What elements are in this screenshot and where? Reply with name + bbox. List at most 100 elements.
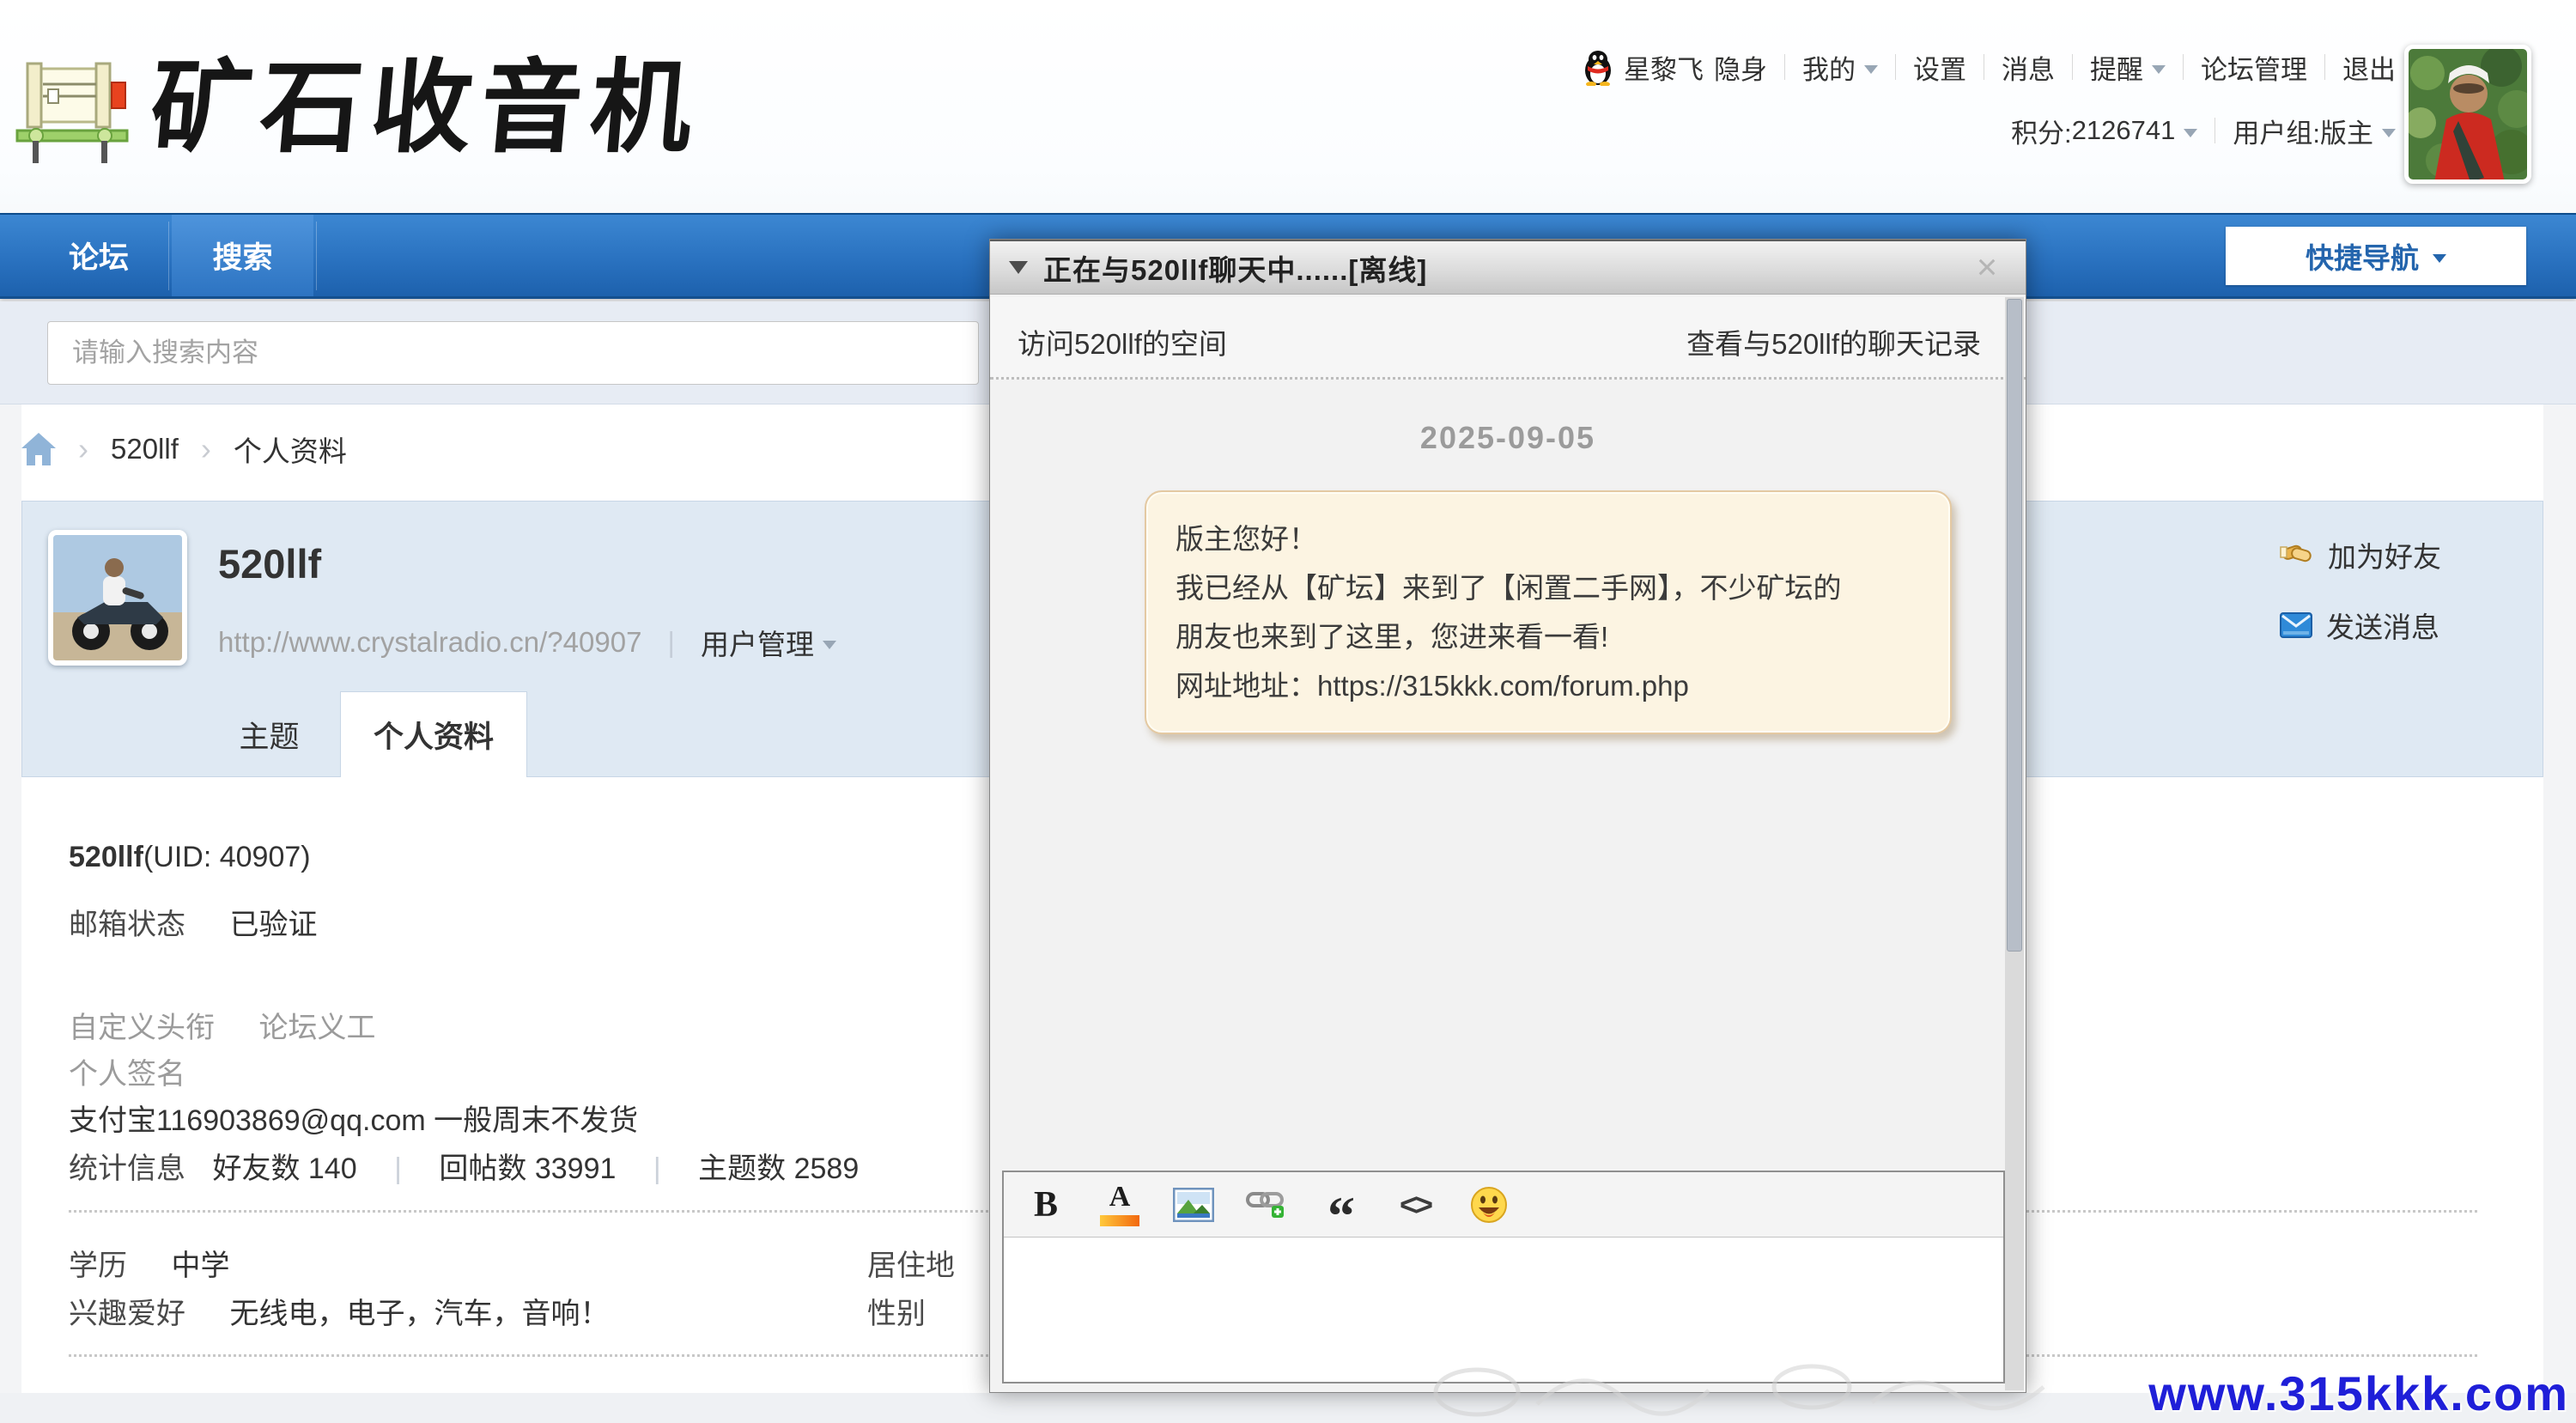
signature-value-row: 支付宝116903869@qq.com 一般周末不发货 [69,1097,638,1139]
profile-avatar[interactable] [48,530,187,666]
breadcrumb: › 520llf › 个人资料 [21,429,347,470]
stats-replies[interactable]: 回帖数 33991 [439,1152,616,1185]
nav-divider [316,222,317,290]
stats-row: 统计信息 好友数 140 | 回帖数 33991 | 主题数 2589 [69,1145,859,1187]
usergroup-value: 版主 [2320,112,2373,150]
signature-value: 支付宝116903869@qq.com 一般周末不发货 [69,1104,638,1137]
breadcrumb-user[interactable]: 520llf [111,433,179,465]
smiley-icon [1470,1186,1508,1224]
chat-message-line: 我已经从【矿坛】来到了【闲置二手网】，不少矿坛的 [1176,563,1921,612]
hobby-value: 无线电，电子，汽车，音响！ [229,1298,609,1330]
qq-penguin-icon [1583,48,1613,86]
hobby-label: 兴趣爱好 [69,1298,185,1330]
collapse-arrow-icon[interactable] [1009,261,1028,274]
nav-tab-forum[interactable]: 论坛 [34,215,163,296]
nav-divider [168,222,169,290]
chevron-down-icon [1864,65,1878,74]
custom-title-value: 论坛义工 [258,1012,375,1044]
font-color-bar [1100,1215,1139,1226]
education-label: 学历 [69,1250,127,1282]
home-icon[interactable] [21,433,56,465]
chevron-down-icon [823,641,836,649]
menu-messages[interactable]: 消息 [1984,48,2072,87]
chat-date: 2025-09-05 [990,420,2026,456]
stats-threads[interactable]: 主题数 2589 [698,1152,859,1185]
tab-threads[interactable]: 主题 [198,691,340,777]
chat-dialog-title: 正在与520llf聊天中......[离线] [1043,247,1427,289]
hobby-row: 兴趣爱好 无线电，电子，汽车，音响！ [69,1290,609,1332]
image-icon [1173,1188,1214,1222]
font-color-button[interactable]: A [1100,1181,1139,1229]
breadcrumb-separator: › [201,431,211,467]
add-friend-button[interactable]: 加为好友 [2280,534,2441,575]
menu-logout[interactable]: 退出 [2325,48,2396,87]
user-visibility-status: 隐身 [1714,48,1767,87]
profile-url-row: http://www.crystalradio.cn/?40907 | 用户管理 [218,622,836,663]
menu-my[interactable]: 我的 [1785,48,1895,87]
add-friend-label: 加为好友 [2328,534,2441,575]
view-chat-history-link[interactable]: 查看与520llf的聊天记录 [1686,321,1981,362]
chat-message-line: 朋友也来到了这里，您进来看一看! [1176,612,1921,661]
chevron-down-icon [2184,129,2197,137]
user-manage-dropdown[interactable]: 用户管理 [701,622,836,663]
stats-label: 统计信息 [69,1152,185,1185]
residence-row: 居住地 [867,1242,991,1284]
site-header: 矿石收音机 WWW.CRYSTALRADIO.CN [0,0,2576,213]
smiley-button[interactable] [1469,1181,1509,1229]
search-input[interactable] [47,321,979,385]
chat-message-line: 版主您好！ [1176,514,1921,563]
quote-button[interactable]: “ [1321,1181,1361,1229]
custom-title-row: 自定义头衔 论坛义工 [69,1004,375,1046]
chevron-down-icon [2433,254,2446,263]
usergroup-label: 用户组: [2233,112,2320,150]
menu-forum-admin[interactable]: 论坛管理 [2184,48,2324,87]
quick-nav-button[interactable]: 快捷导航 [2226,227,2526,285]
send-message-label: 发送消息 [2326,605,2439,646]
bold-button[interactable]: B [1026,1181,1066,1229]
profile-username: 520llf [218,540,321,587]
nav-tab-search[interactable]: 搜索 [172,215,313,296]
chat-dialog-subheader: 访问520llf的空间 查看与520llf的聊天记录 [990,297,2026,380]
profile-tabs: 主题 个人资料 [198,691,527,777]
logged-in-username: 星黎飞 [1624,48,1704,87]
font-color-icon: A [1109,1183,1131,1212]
editor-toolbar: B A [1004,1172,2003,1238]
tab-profile[interactable]: 个人资料 [340,691,527,777]
chat-message-line: 网址地址：https://315kkk.com/forum.php [1176,661,1921,710]
crystal-radio-logo-icon [15,52,136,172]
profile-url-link[interactable]: http://www.crystalradio.cn/?40907 [218,626,641,659]
points-dropdown[interactable]: 积分: 2126741 [1994,112,2215,150]
qq-status-link[interactable]: 星黎飞 隐身 [1565,48,1784,87]
code-icon: <> [1400,1187,1431,1223]
link-icon [1246,1187,1289,1223]
menu-alerts[interactable]: 提醒 [2073,48,2183,87]
send-message-button[interactable]: 发送消息 [2280,605,2441,646]
site-logo[interactable]: 矿石收音机 WWW.CRYSTALRADIO.CN [15,52,701,172]
visit-space-link[interactable]: 访问520llf的空间 [1018,321,1227,362]
breadcrumb-section: 个人资料 [234,429,347,470]
dialog-scrollbar-thumb[interactable] [2007,299,2022,952]
uid-value: (UID: 40907) [143,841,311,873]
chat-dialog-titlebar[interactable]: 正在与520llf聊天中......[离线] × [990,240,2026,295]
signature-label-row: 个人签名 [69,1050,185,1092]
dialog-scrollbar[interactable] [2005,297,2024,1390]
bold-icon: B [1034,1184,1058,1225]
points-label: 积分: [2011,112,2072,150]
insert-link-button[interactable] [1248,1181,1287,1229]
envelope-icon [2280,612,2312,638]
menu-settings[interactable]: 设置 [1896,48,1984,87]
close-icon[interactable]: × [1965,246,2008,288]
site-title: 矿石收音机 [146,52,705,163]
usergroup-dropdown[interactable]: 用户组: 版主 [2215,112,2396,150]
signature-label: 个人签名 [69,1058,185,1091]
user-stats-row: 积分: 2126741 用户组: 版主 [1565,108,2396,153]
chevron-down-icon [2382,129,2396,137]
stats-friends[interactable]: 好友数 140 [212,1152,356,1185]
education-value: 中学 [171,1250,229,1282]
user-panel: 星黎飞 隐身 我的 设置 消息 提醒 论坛管理 退出 [1565,45,2396,153]
divider: | [667,626,675,659]
code-button[interactable]: <> [1395,1181,1435,1229]
user-avatar-photo[interactable] [2404,45,2531,184]
gender-row: 性别 [867,1290,962,1332]
insert-image-button[interactable] [1174,1181,1213,1229]
